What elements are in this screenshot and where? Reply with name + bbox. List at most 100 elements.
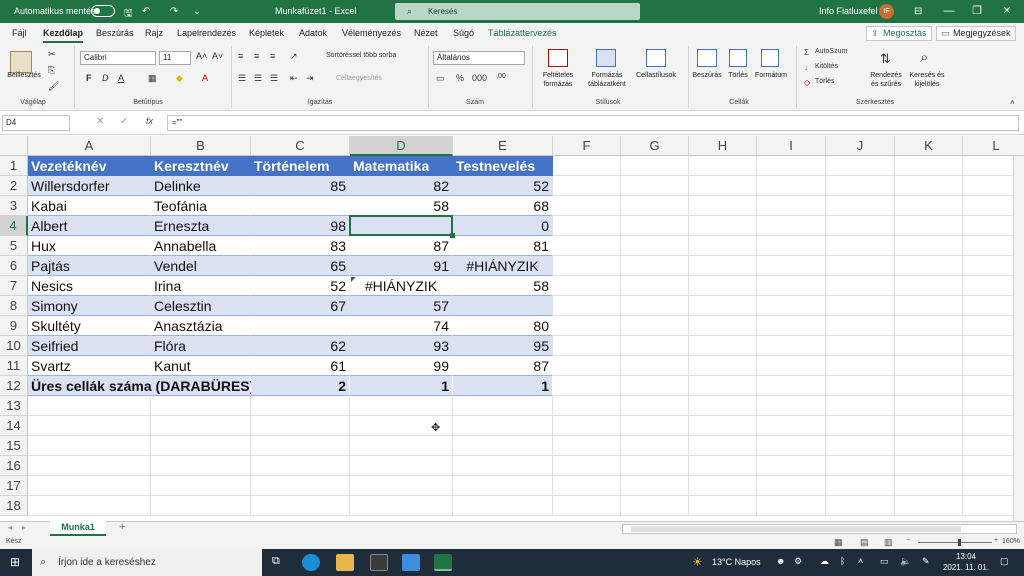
empty-cell[interactable]: [826, 216, 895, 236]
bold-button[interactable]: F: [86, 73, 92, 83]
sheet-tab-munka1[interactable]: Munka1: [50, 521, 106, 536]
copy-icon[interactable]: ⎘: [48, 65, 55, 76]
empty-cell[interactable]: [757, 196, 826, 216]
empty-cell[interactable]: [826, 356, 895, 376]
table-cell[interactable]: 95: [453, 336, 553, 356]
empty-cell[interactable]: [553, 316, 621, 336]
row-header-11[interactable]: 11: [0, 356, 28, 376]
row-header-4[interactable]: 4: [0, 216, 28, 236]
empty-cell[interactable]: [757, 436, 826, 456]
clear-icon[interactable]: ◇: [804, 78, 810, 87]
name-box[interactable]: D4: [2, 115, 70, 131]
table-header-cell[interactable]: Matematika: [350, 156, 453, 176]
table-cell[interactable]: 82: [350, 176, 453, 196]
row-header-6[interactable]: 6: [0, 256, 28, 276]
empty-cell[interactable]: [826, 416, 895, 436]
row-header-16[interactable]: 16: [0, 456, 28, 476]
avatar[interactable]: IF: [879, 4, 894, 19]
empty-cell[interactable]: [151, 436, 251, 456]
table-cell[interactable]: 58: [453, 276, 553, 296]
border-icon[interactable]: ▦: [148, 73, 157, 84]
empty-cell[interactable]: [553, 356, 621, 376]
mail-icon[interactable]: [402, 554, 420, 571]
empty-cell[interactable]: [621, 156, 689, 176]
empty-cell[interactable]: [826, 376, 895, 396]
empty-cell[interactable]: [689, 156, 757, 176]
collapse-ribbon-icon[interactable]: ˄: [1010, 98, 1015, 107]
empty-cell[interactable]: [621, 436, 689, 456]
empty-cell[interactable]: [895, 456, 963, 476]
row-header-13[interactable]: 13: [0, 396, 28, 416]
empty-cell[interactable]: [151, 416, 251, 436]
total-row-value[interactable]: 1: [453, 376, 553, 396]
scroll-thumb[interactable]: [631, 526, 961, 532]
customize-qat-icon[interactable]: ⌄: [193, 6, 201, 17]
table-cell[interactable]: Delinke: [151, 176, 251, 196]
empty-cell[interactable]: [151, 456, 251, 476]
table-cell[interactable]: 81: [453, 236, 553, 256]
table-cell[interactable]: 98: [251, 216, 350, 236]
format-as-table-button[interactable]: Formázás táblázatként: [582, 71, 632, 89]
currency-icon[interactable]: ▭: [436, 73, 445, 84]
empty-cell[interactable]: [895, 256, 963, 276]
undo-icon[interactable]: ↶: [142, 6, 150, 17]
people-icon[interactable]: ☻: [776, 556, 785, 566]
empty-cell[interactable]: [453, 416, 553, 436]
total-row-value[interactable]: 1: [350, 376, 453, 396]
empty-cell[interactable]: [826, 276, 895, 296]
weather-text[interactable]: 13°C Napos: [712, 557, 761, 567]
empty-cell[interactable]: [553, 476, 621, 496]
empty-cell[interactable]: [689, 336, 757, 356]
empty-cell[interactable]: [689, 196, 757, 216]
tab-home[interactable]: Kezdőlap: [43, 28, 84, 43]
tab-layout[interactable]: Lapelrendezés: [177, 28, 236, 38]
empty-cell[interactable]: [757, 456, 826, 476]
row-header-2[interactable]: 2: [0, 176, 28, 196]
empty-cell[interactable]: [350, 476, 453, 496]
empty-cell[interactable]: [553, 336, 621, 356]
enter-icon[interactable]: ✓: [120, 116, 128, 127]
table-cell[interactable]: Nesics: [28, 276, 151, 296]
tab-insert[interactable]: Beszúrás: [96, 28, 134, 38]
fill-icon[interactable]: ↓: [804, 63, 808, 72]
empty-cell[interactable]: [251, 476, 350, 496]
empty-cell[interactable]: [757, 316, 826, 336]
format-painter-icon[interactable]: 🖌: [48, 81, 59, 92]
table-cell[interactable]: Teofánia: [151, 196, 251, 216]
empty-cell[interactable]: [826, 436, 895, 456]
column-header-h[interactable]: H: [689, 136, 757, 156]
table-cell[interactable]: 0: [453, 216, 553, 236]
error-indicator-icon[interactable]: [351, 277, 356, 282]
table-cell[interactable]: [350, 216, 453, 236]
table-cell[interactable]: #HIÁNYZIK: [350, 276, 453, 296]
table-cell[interactable]: Kabai: [28, 196, 151, 216]
empty-cell[interactable]: [895, 376, 963, 396]
redo-icon[interactable]: ↷: [170, 6, 178, 17]
empty-cell[interactable]: [621, 336, 689, 356]
empty-cell[interactable]: [553, 496, 621, 516]
empty-cell[interactable]: [553, 396, 621, 416]
empty-cell[interactable]: [553, 256, 621, 276]
sort-filter-button[interactable]: Rendezés és szűrés: [866, 71, 906, 89]
thousands-icon[interactable]: 000: [472, 73, 487, 83]
empty-cell[interactable]: [553, 216, 621, 236]
empty-cell[interactable]: [895, 396, 963, 416]
ribbon-display-icon[interactable]: ⊟: [914, 6, 922, 17]
row-header-15[interactable]: 15: [0, 436, 28, 456]
total-row-label[interactable]: Üres cellák száma (DARABÜRES):: [28, 376, 259, 396]
column-header-e[interactable]: E: [453, 136, 553, 156]
table-header-cell[interactable]: Testnevelés: [453, 156, 553, 176]
empty-cell[interactable]: [689, 296, 757, 316]
empty-cell[interactable]: [350, 496, 453, 516]
column-header-c[interactable]: C: [251, 136, 350, 156]
empty-cell[interactable]: [826, 316, 895, 336]
empty-cell[interactable]: [895, 176, 963, 196]
empty-cell[interactable]: [826, 296, 895, 316]
table-header-cell[interactable]: Vezetéknév: [28, 156, 151, 176]
outdent-icon[interactable]: ⇥: [306, 73, 314, 84]
network-icon[interactable]: ▭: [880, 556, 889, 567]
table-cell[interactable]: 68: [453, 196, 553, 216]
table-cell[interactable]: 99: [350, 356, 453, 376]
comments-button[interactable]: ▭ Megjegyzések: [936, 26, 1016, 41]
empty-cell[interactable]: [826, 236, 895, 256]
